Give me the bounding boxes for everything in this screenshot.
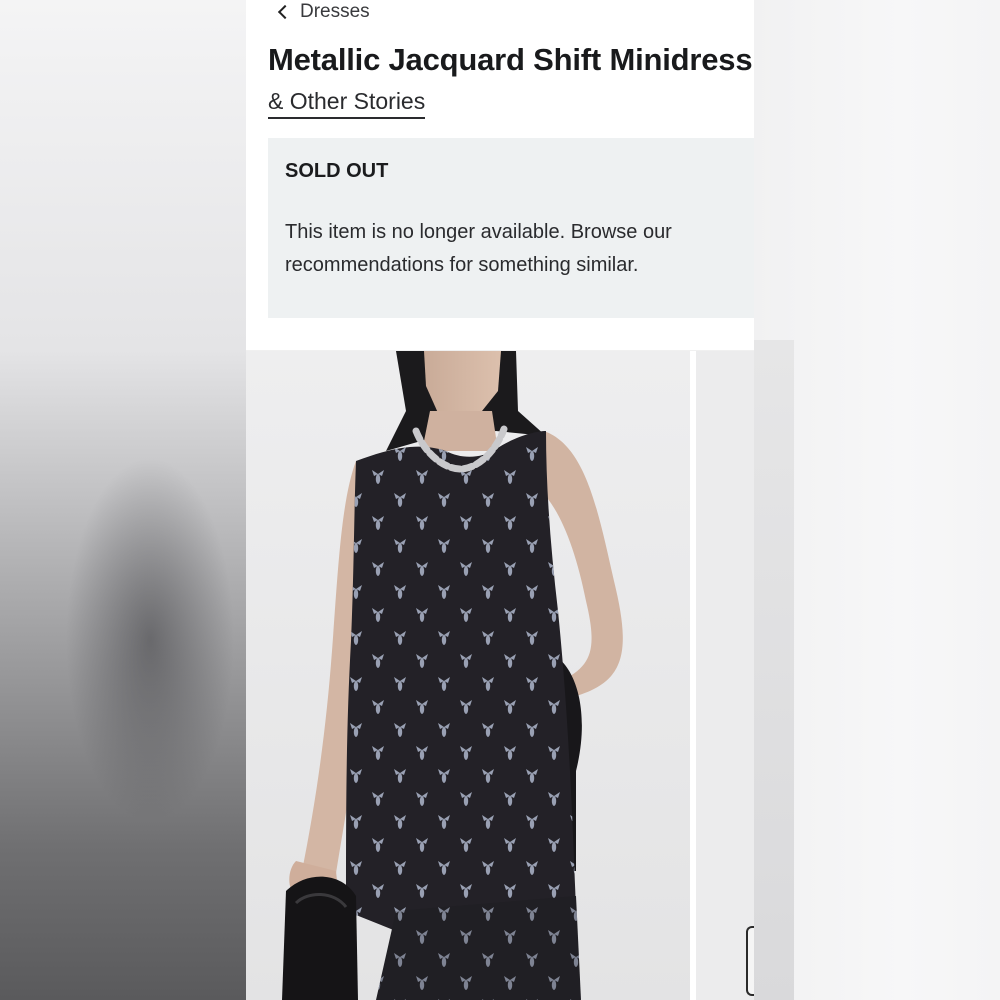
blurred-backdrop-right <box>754 0 1000 1000</box>
product-image-next-preview[interactable] <box>696 351 754 1000</box>
carousel-handle[interactable] <box>746 926 754 996</box>
image-gallery[interactable] <box>246 351 754 1000</box>
model-photo-illustration <box>246 351 690 1000</box>
breadcrumb-back-link[interactable]: Dresses <box>276 0 370 24</box>
product-page: Dresses Metallic Jacquard Shift Minidres… <box>246 0 754 1000</box>
notice-heading: SOLD OUT <box>285 160 389 182</box>
sold-out-notice: SOLD OUT This item is no longer availabl… <box>268 138 754 318</box>
breadcrumb-label: Dresses <box>300 1 370 22</box>
product-title: Metallic Jacquard Shift Minidress <box>268 42 753 77</box>
chevron-left-icon <box>277 4 293 20</box>
blurred-backdrop-left <box>0 0 246 1000</box>
product-image-main[interactable] <box>246 351 690 1000</box>
brand-link[interactable]: & Other Stories <box>268 88 426 119</box>
notice-body: This item is no longer available. Browse… <box>285 221 672 276</box>
